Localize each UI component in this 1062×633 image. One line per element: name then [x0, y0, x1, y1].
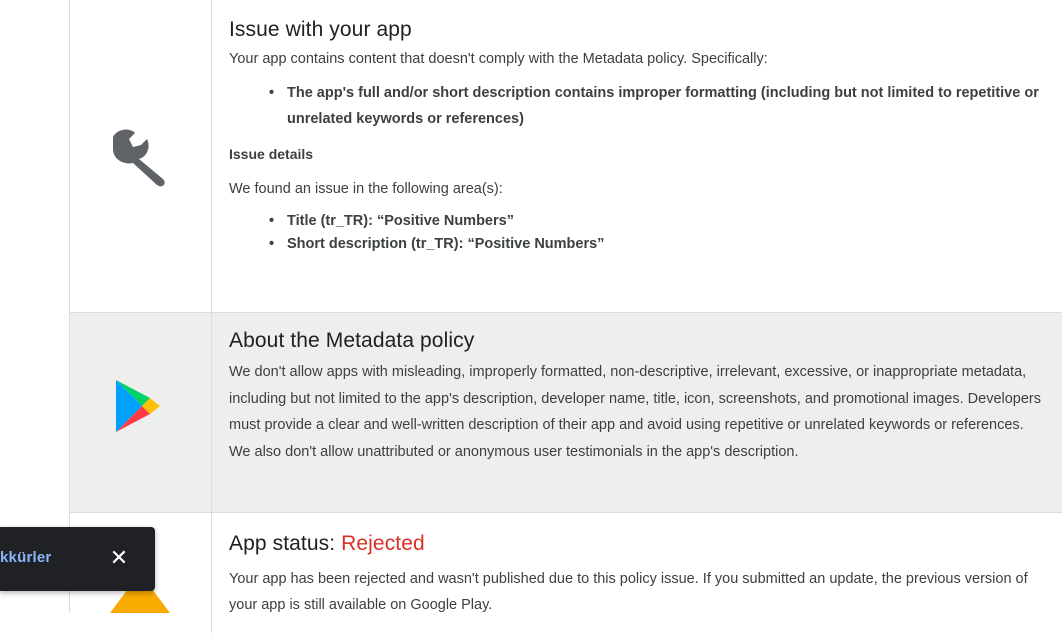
- policy-row: About the Metadata policy We don't allow…: [70, 313, 1062, 513]
- status-label: App status:: [229, 532, 342, 555]
- area-value: : “Positive Numbers”: [368, 213, 514, 229]
- status-row: App status: Rejected Your app has been r…: [70, 513, 1062, 633]
- issue-title: Issue with your app: [229, 18, 412, 41]
- wrench-icon: [113, 129, 165, 187]
- issue-content: Issue with your app Your app contains co…: [229, 18, 1053, 256]
- issue-areas: Title (tr_TR): “Positive Numbers” Short …: [229, 210, 1053, 256]
- area-value: : “Positive Numbers”: [458, 236, 605, 252]
- snackbar: kkürler ✕: [0, 527, 155, 591]
- list-item: Title (tr_TR): “Positive Numbers”: [262, 210, 1053, 233]
- status-title: App status: Rejected: [229, 532, 1053, 556]
- policy-title: About the Metadata policy: [229, 329, 475, 352]
- issue-row: Issue with your app Your app contains co…: [70, 0, 1062, 313]
- status-badge: Rejected: [341, 532, 425, 555]
- google-play-icon: [116, 380, 160, 432]
- policy-icon-cell: [70, 313, 212, 512]
- snackbar-action[interactable]: kkürler: [0, 549, 51, 566]
- issue-bullet: The app's full and/or short description …: [262, 80, 1053, 132]
- issue-details-heading: Issue details: [229, 146, 314, 162]
- issue-intro: Your app contains content that doesn't c…: [229, 51, 768, 67]
- issue-icon-cell: [70, 0, 212, 312]
- area-label: Title (tr_TR): [287, 213, 369, 229]
- policy-content: About the Metadata policy We don't allow…: [229, 329, 1053, 465]
- close-icon[interactable]: ✕: [107, 545, 131, 571]
- policy-body: We don't allow apps with misleading, imp…: [229, 364, 1041, 460]
- issue-areas-intro: We found an issue in the following area(…: [229, 181, 503, 197]
- status-content: App status: Rejected Your app has been r…: [229, 532, 1053, 618]
- status-body: Your app has been rejected and wasn't pu…: [229, 571, 1028, 613]
- issue-bullets: The app's full and/or short description …: [229, 80, 1053, 132]
- policy-table: Issue with your app Your app contains co…: [69, 0, 1062, 633]
- list-item: Short description (tr_TR): “Positive Num…: [262, 233, 1053, 256]
- area-label: Short description (tr_TR): [287, 236, 459, 252]
